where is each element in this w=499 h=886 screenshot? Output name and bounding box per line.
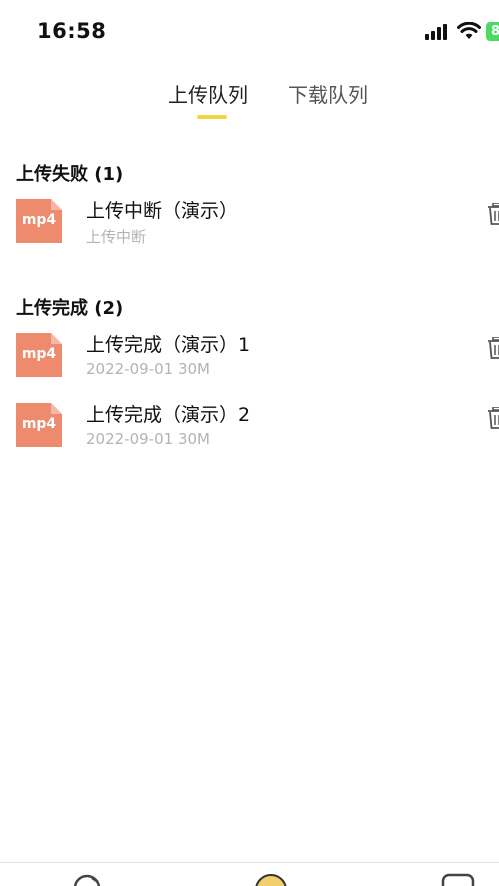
nav-center-icon[interactable] [254,873,288,886]
wifi-icon [457,21,481,40]
tab-upload-queue[interactable]: 上传队列 [168,79,248,108]
status-bar: 16:58 8 [0,0,499,60]
queue-tabs: 上传队列 下载队列 [0,70,499,125]
tab-download-queue[interactable]: 下载队列 [288,79,368,108]
section-title-upload-failed: 上传失败 (1) [16,164,124,185]
trash-icon[interactable] [487,337,499,359]
file-name: 上传中断（演示） [86,200,239,222]
cellular-signal-icon [425,24,447,40]
file-type-label: mp4 [21,212,57,228]
trash-icon[interactable] [487,407,499,429]
active-tab-indicator [197,115,227,119]
list-item[interactable]: mp4 上传完成（演示）1 2022-09-01 30M [0,331,499,391]
file-meta: 上传中断 [86,228,147,246]
file-name: 上传完成（演示）2 [86,404,251,426]
list-item[interactable]: mp4 上传完成（演示）2 2022-09-01 30M [0,401,499,461]
section-title-upload-complete: 上传完成 (2) [16,298,124,319]
trash-icon[interactable] [487,203,499,225]
file-name: 上传完成（演示）1 [86,334,251,356]
list-item[interactable]: mp4 上传中断（演示） 上传中断 [0,197,499,257]
mp4-file-icon: mp4 [16,333,62,377]
file-meta: 2022-09-01 30M [86,360,210,378]
bottom-nav [0,862,499,886]
battery-icon: 8 [486,22,499,41]
file-type-label: mp4 [21,416,57,432]
file-meta: 2022-09-01 30M [86,430,210,448]
status-time: 16:58 [37,19,107,43]
nav-right-icon[interactable] [441,873,475,886]
file-type-label: mp4 [21,346,57,362]
mp4-file-icon: mp4 [16,199,62,243]
mp4-file-icon: mp4 [16,403,62,447]
nav-left-icon[interactable] [72,873,102,886]
